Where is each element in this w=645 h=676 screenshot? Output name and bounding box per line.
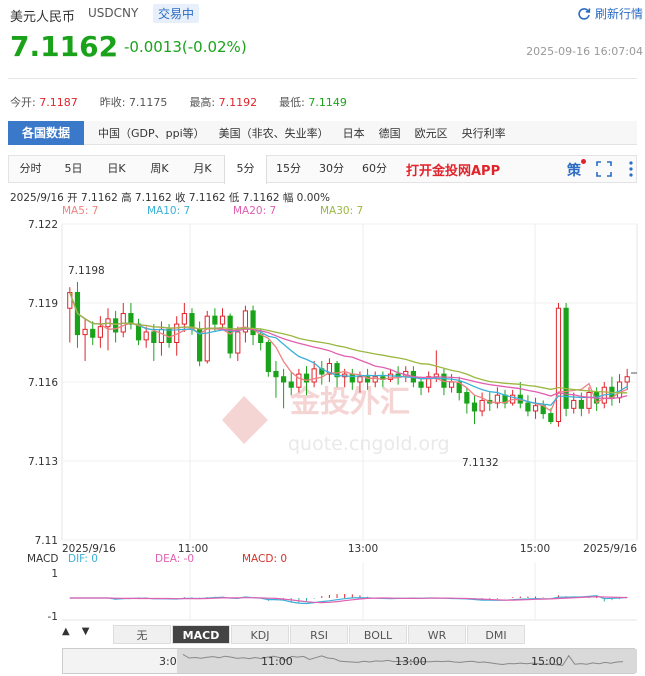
indicator-wr[interactable]: WR — [408, 625, 466, 644]
candle-body — [143, 331, 149, 341]
candle-body — [151, 331, 157, 344]
annotation-high: 7.1198 — [68, 265, 105, 277]
candle-body — [265, 342, 271, 372]
candle-body — [181, 313, 187, 325]
candle-body — [372, 376, 378, 383]
indicator-arrows: ▲ ▼ — [62, 626, 89, 637]
candle-body — [624, 376, 630, 383]
indicator-rsi[interactable]: RSI — [290, 625, 348, 644]
candle-body — [571, 399, 577, 409]
candle-body — [235, 331, 241, 354]
candle-body — [158, 328, 165, 344]
indicator-macd[interactable]: MACD — [172, 625, 230, 644]
arrow-down-icon[interactable]: ▼ — [82, 626, 90, 637]
indicator-tabs: 无 MACD KDJ RSI BOLL WR DMI — [113, 625, 526, 644]
macd-dea-label: DEA: -0 — [155, 553, 195, 565]
macd-y-tick: 1 — [51, 568, 58, 580]
range-navigator[interactable]: 3:0 11:00 13:00 15:00 — [62, 648, 637, 674]
candle-body — [90, 328, 96, 338]
candle-body — [204, 315, 210, 362]
candle-body — [311, 368, 317, 383]
x-tick-label: 15:00 — [520, 543, 550, 555]
arrow-up-icon[interactable]: ▲ — [62, 626, 70, 637]
indicator-kdj[interactable]: KDJ — [231, 625, 289, 644]
macd-value-label: MACD: 0 — [242, 553, 288, 565]
candle-body — [357, 376, 363, 383]
candle-body — [578, 399, 584, 409]
candlestick-chart[interactable]: 7.1227.1197.1167.1137.112025/9/16 11:00 13… — [0, 0, 645, 676]
candle-body — [113, 318, 119, 333]
navigator-label-1: 11:00 — [261, 655, 293, 668]
candle-body — [525, 402, 531, 412]
navigator-label-0: 3:0 — [159, 655, 177, 668]
candle-body — [82, 328, 88, 336]
candle-body — [273, 370, 279, 378]
indicator-dmi[interactable]: DMI — [467, 625, 525, 644]
y-tick-label: 7.116 — [28, 377, 58, 389]
candle-body — [433, 373, 439, 378]
indicator-none[interactable]: 无 — [113, 625, 171, 644]
candle-body — [548, 413, 554, 423]
candle-body — [219, 315, 226, 325]
candle-body — [281, 376, 287, 383]
macd-dif-label: DIF: 0 — [68, 553, 98, 565]
candle-body — [418, 381, 424, 388]
candle-body — [464, 392, 470, 404]
candle-body — [586, 392, 592, 409]
watermark-brand: 金投外汇 — [289, 385, 410, 420]
candle-body — [479, 399, 485, 412]
y-tick-label: 7.122 — [28, 219, 58, 231]
y-tick-label: 7.119 — [28, 298, 58, 310]
candle-body — [97, 326, 103, 338]
candle-body — [349, 373, 355, 383]
watermark-url: quote.cngold.org — [288, 433, 450, 455]
annotation-low: 7.1132 — [462, 457, 499, 469]
watermark-logo-icon — [222, 396, 268, 444]
candle-body — [448, 381, 455, 388]
candle-body — [471, 402, 478, 412]
candle-body — [296, 373, 302, 388]
indicator-boll[interactable]: BOLL — [349, 625, 407, 644]
y-tick-label: 7.11 — [35, 535, 58, 547]
candle-body — [288, 381, 294, 388]
macd-y-tick: -1 — [48, 611, 58, 623]
navigator-label-2: 13:00 — [395, 655, 427, 668]
candle-body — [212, 315, 218, 325]
navigator-label-3: 15:00 — [531, 655, 563, 668]
candle-body — [555, 307, 562, 422]
y-tick-label: 7.113 — [28, 456, 58, 468]
candle-body — [532, 405, 539, 412]
macd-title: MACD — [27, 553, 59, 565]
x-tick-label: 13:00 — [348, 543, 378, 555]
x-tick-label: 2025/9/16 — [583, 543, 637, 555]
